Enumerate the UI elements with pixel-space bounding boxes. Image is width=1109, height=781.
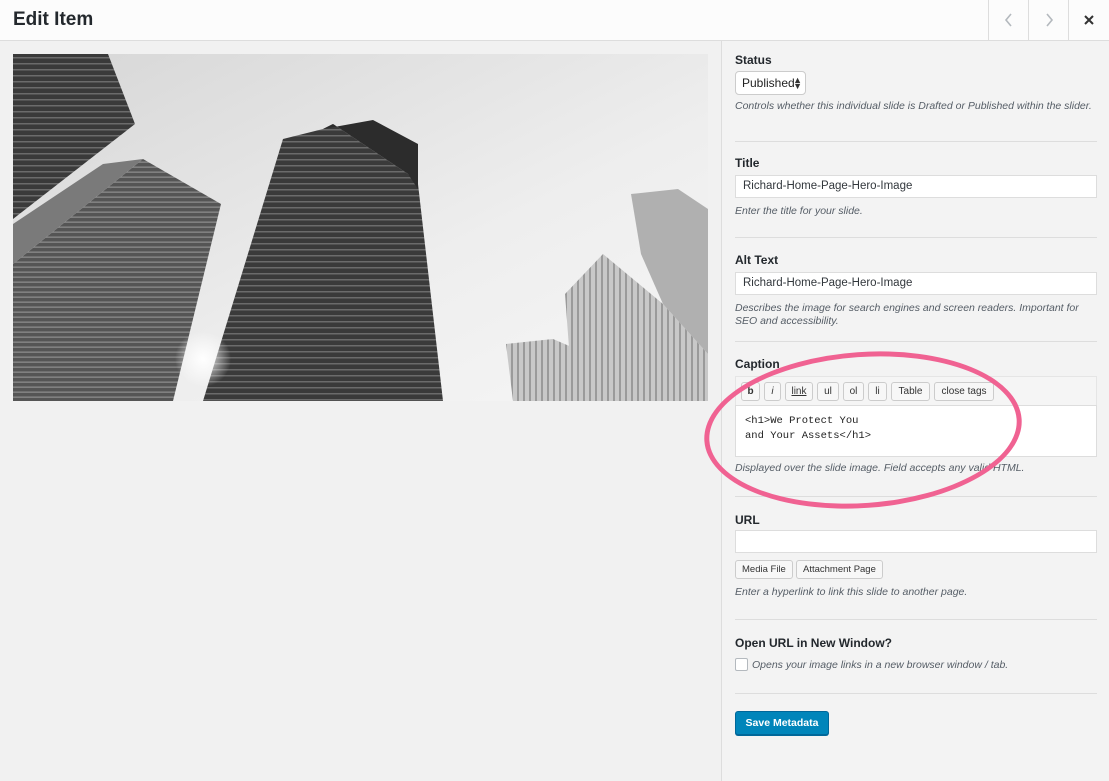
next-item-button[interactable]	[1028, 0, 1068, 40]
new-window-description: Opens your image links in a new browser …	[752, 659, 1009, 671]
alt-text-input[interactable]: Richard-Home-Page-Hero-Image	[735, 272, 1097, 295]
divider	[735, 141, 1097, 142]
caption-description: Displayed over the slide image. Field ac…	[735, 462, 1025, 474]
title-section: Title Richard-Home-Page-Hero-Image Enter…	[735, 156, 1097, 226]
media-file-button[interactable]: Media File	[735, 560, 793, 579]
close-tags-button[interactable]: close tags	[934, 382, 994, 401]
bold-button[interactable]: b	[741, 382, 760, 401]
caption-toolbar: b i link ul ol li Table close tags	[735, 376, 1097, 405]
chevron-right-icon	[1045, 13, 1053, 27]
divider	[735, 496, 1097, 497]
divider	[735, 693, 1097, 694]
alt-text-label: Alt Text	[735, 253, 779, 267]
ol-button[interactable]: ol	[843, 382, 864, 401]
caption-label-wrap: Caption	[735, 357, 1097, 371]
divider	[735, 341, 1097, 342]
url-label: URL	[735, 513, 760, 527]
status-description: Controls whether this individual slide i…	[735, 100, 1092, 112]
new-window-section: Open URL in New Window? Opens your image…	[735, 636, 1097, 676]
link-button[interactable]: link	[785, 382, 813, 401]
alt-text-description: Describes the image for search engines a…	[735, 302, 1079, 327]
caption-label: Caption	[735, 357, 780, 371]
status-select[interactable]: Published ▲ ▼	[735, 71, 806, 95]
chevron-left-icon	[1004, 13, 1012, 27]
url-input[interactable]	[735, 530, 1097, 553]
close-icon	[1084, 15, 1094, 25]
title-label: Title	[735, 156, 760, 170]
modal-header: Edit Item	[0, 0, 1109, 41]
italic-button[interactable]: i	[764, 382, 781, 401]
table-button[interactable]: Table	[891, 382, 930, 401]
title-input[interactable]: Richard-Home-Page-Hero-Image	[735, 175, 1097, 198]
status-label: Status	[735, 53, 772, 67]
status-section: Status Published ▲ ▼ Controls whether thi…	[735, 53, 1097, 133]
li-button[interactable]: li	[868, 382, 887, 401]
caption-textarea[interactable]: <h1>We Protect You and Your Assets</h1>	[735, 405, 1097, 457]
skyscraper-photo	[13, 54, 708, 401]
ul-button[interactable]: ul	[817, 382, 839, 401]
url-section: URL Media File Attachment Page Enter a h…	[735, 513, 1097, 603]
modal-title: Edit Item	[13, 9, 94, 30]
slide-image	[13, 54, 708, 401]
attachment-page-button[interactable]: Attachment Page	[796, 560, 883, 579]
title-description: Enter the title for your slide.	[735, 205, 863, 217]
new-window-checkbox[interactable]	[735, 658, 748, 671]
divider	[735, 619, 1097, 620]
status-select-value: Published	[742, 76, 795, 90]
previous-item-button[interactable]	[988, 0, 1028, 40]
close-button[interactable]	[1068, 0, 1109, 40]
save-metadata-button[interactable]: Save Metadata	[735, 711, 829, 735]
url-description: Enter a hyperlink to link this slide to …	[735, 586, 968, 598]
alt-text-section: Alt Text Richard-Home-Page-Hero-Image De…	[735, 253, 1097, 333]
divider	[735, 237, 1097, 238]
new-window-label: Open URL in New Window?	[735, 636, 892, 650]
metadata-sidebar: Status Published ▲ ▼ Controls whether thi…	[721, 41, 1109, 781]
select-arrows-icon: ▲ ▼	[793, 75, 802, 91]
